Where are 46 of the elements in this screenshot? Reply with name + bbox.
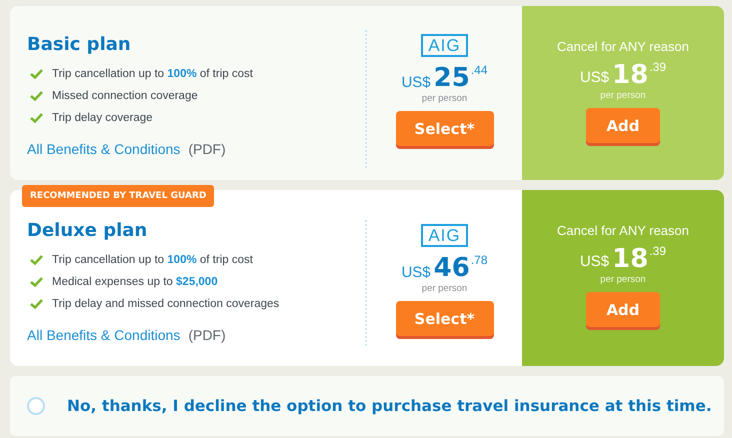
price-amount: 18 xyxy=(612,244,648,274)
price-amount: 25 xyxy=(434,63,470,93)
select-button[interactable]: Select* xyxy=(396,301,494,336)
check-icon xyxy=(30,69,43,79)
price-unit: per person xyxy=(422,283,468,294)
check-icon xyxy=(30,277,43,287)
price-amount: 46 xyxy=(434,253,470,283)
price-cents: .44 xyxy=(470,63,488,77)
plan-title: Deluxe plan xyxy=(27,220,148,241)
feature-text: Trip cancellation up to 100% of trip cost xyxy=(52,68,253,80)
price-cents: .39 xyxy=(649,244,666,258)
price-unit: per person xyxy=(422,93,468,104)
select-button[interactable]: Select* xyxy=(396,111,494,146)
addon-title: Cancel for ANY reason xyxy=(557,39,689,54)
pdf-note: (PDF) xyxy=(188,141,226,157)
pdf-note: (PDF) xyxy=(188,327,226,343)
feature-text: Trip delay coverage xyxy=(52,112,153,124)
add-button[interactable]: Add xyxy=(586,108,660,143)
benefits-link[interactable]: All Benefits & Conditions xyxy=(27,141,180,157)
feature-text: Trip cancellation up to 100% of trip cost xyxy=(52,254,253,266)
check-icon xyxy=(30,299,43,309)
feature-text: Trip delay and missed connection coverages xyxy=(52,298,280,310)
currency-label: US$ xyxy=(401,74,431,91)
feature-text: Medical expenses up to $25,000 xyxy=(52,276,218,288)
currency-label: US$ xyxy=(401,264,431,281)
add-button[interactable]: Add xyxy=(586,292,660,327)
price-cents: .39 xyxy=(649,60,666,74)
radio-button[interactable] xyxy=(27,397,45,415)
decline-option[interactable]: No, thanks, I decline the option to purchase travel insurance at this time. xyxy=(10,376,724,436)
decline-label: No, thanks, I decline the option to purchase travel insurance at this time. xyxy=(67,397,712,415)
price-cents: .78 xyxy=(470,253,488,267)
insurer-logo: AIG xyxy=(421,224,468,247)
check-icon xyxy=(30,91,43,101)
price-unit: per person xyxy=(600,274,646,285)
addon-title: Cancel for ANY reason xyxy=(557,223,689,238)
insurer-logo: AIG xyxy=(421,34,468,57)
price-amount: 18 xyxy=(612,60,648,90)
benefits-link[interactable]: All Benefits & Conditions xyxy=(27,327,180,343)
price-unit: per person xyxy=(600,90,646,101)
check-icon xyxy=(30,255,43,265)
feature-text: Missed connection coverage xyxy=(52,90,198,102)
currency-label: US$ xyxy=(580,253,610,270)
check-icon xyxy=(30,113,43,123)
currency-label: US$ xyxy=(580,69,610,86)
recommended-badge: RECOMMENDED BY TRAVEL GUARD xyxy=(22,185,214,207)
plan-title: Basic plan xyxy=(27,34,132,55)
